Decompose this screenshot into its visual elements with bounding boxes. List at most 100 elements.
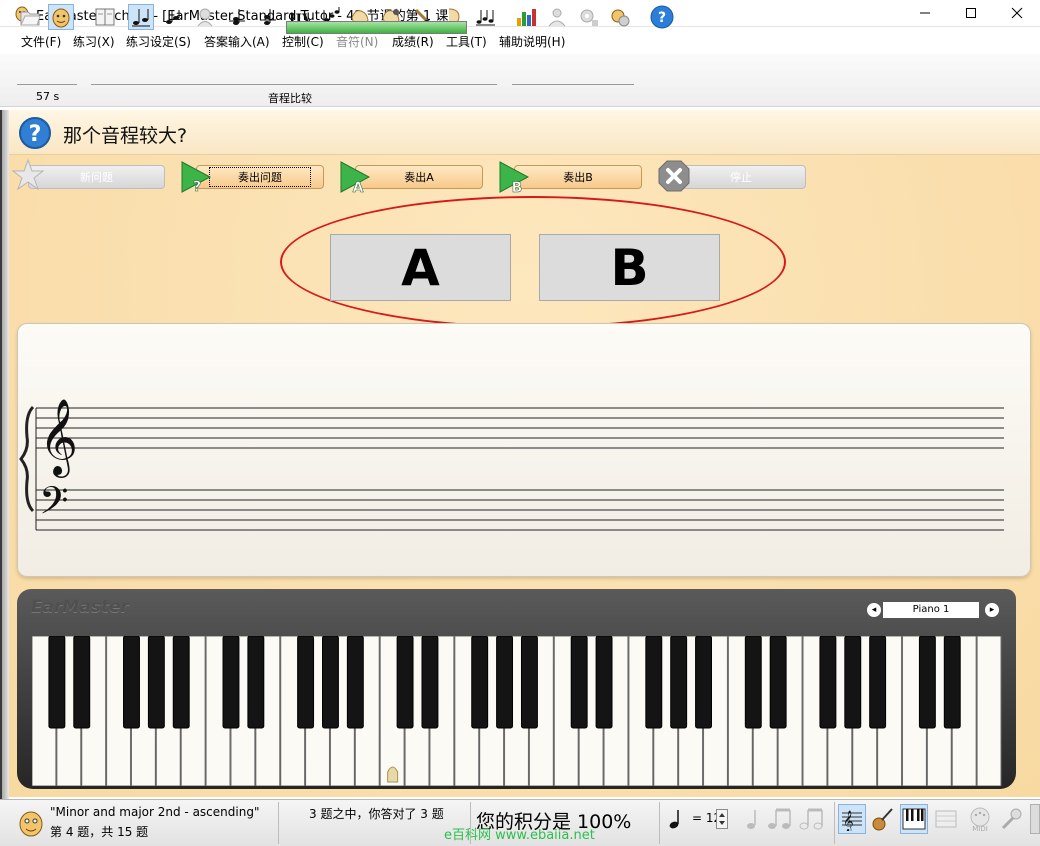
metronome-icon <box>747 810 756 829</box>
menu-help[interactable]: 辅助说明(H) <box>499 33 565 50</box>
status-scroll-button[interactable] <box>1030 804 1040 834</box>
microphone-button[interactable] <box>998 804 1026 834</box>
chord-inversion-button[interactable] <box>255 4 281 30</box>
maximize-button[interactable] <box>948 0 994 26</box>
piano-keys[interactable] <box>32 636 1002 786</box>
interval-comparison-icon <box>132 9 150 27</box>
guitar-view-button[interactable] <box>868 804 896 834</box>
interval-identification-button[interactable] <box>160 4 186 30</box>
melody-dictation-icon <box>476 10 495 26</box>
chord-identification-icon <box>229 9 245 25</box>
play-b-button[interactable]: 奏出B <box>514 165 642 189</box>
piano-icon <box>902 808 926 830</box>
black-key[interactable] <box>520 636 538 729</box>
metronome-button[interactable] <box>738 804 766 834</box>
correct-summary: 3 题之中，你答对了 3 题 <box>309 807 444 821</box>
interval-comparison-button[interactable] <box>128 4 154 30</box>
black-key[interactable] <box>744 636 762 729</box>
instrument-next-button[interactable]: ▸ <box>985 603 999 617</box>
progress-bar <box>286 21 467 34</box>
piano-view-button[interactable] <box>900 804 928 834</box>
black-key[interactable] <box>346 636 364 729</box>
tutor-face-icon <box>19 811 43 837</box>
toolbar-tools-divider <box>512 84 634 85</box>
black-key[interactable] <box>695 636 712 729</box>
black-key[interactable] <box>322 636 339 729</box>
play-question-icon: ? <box>181 161 212 194</box>
preferences-icon <box>611 9 630 27</box>
menu-control[interactable]: 控制(C) <box>282 33 324 50</box>
midi-button[interactable]: MIDI <box>966 804 994 834</box>
minimize-button[interactable] <box>902 0 948 26</box>
black-key[interactable] <box>48 636 66 729</box>
eighth-notes-icon <box>768 808 791 829</box>
status-progress-segment: 3 题之中，你答对了 3 题 <box>279 802 471 844</box>
instrument-prev-button[interactable]: ◂ <box>867 603 881 617</box>
stepper-arrows-icon <box>719 813 725 825</box>
black-key[interactable] <box>670 636 688 729</box>
tab-view-button[interactable] <box>932 804 960 834</box>
chord-identification-button[interactable] <box>224 4 250 30</box>
play-a-button[interactable]: 奏出A <box>355 165 483 189</box>
play-a-icon: A <box>340 161 371 194</box>
watermark: e百科网 www.ebaiia.net <box>444 828 595 843</box>
menu-results[interactable]: 成绩(R) <box>392 33 434 50</box>
new-question-button[interactable]: 新问题 <box>28 165 165 189</box>
black-key[interactable] <box>421 636 439 729</box>
results-button[interactable] <box>513 4 539 30</box>
help-button[interactable]: ? <box>649 4 675 30</box>
melody-dictation-button[interactable] <box>472 4 498 30</box>
black-key[interactable] <box>123 636 140 729</box>
black-key[interactable] <box>73 636 91 729</box>
new-question-star-icon <box>11 158 45 191</box>
settings-button[interactable] <box>576 4 602 30</box>
black-key[interactable] <box>943 636 961 729</box>
middle-c-marker-icon <box>387 766 399 783</box>
black-key[interactable] <box>769 636 787 729</box>
black-key[interactable] <box>645 636 663 729</box>
black-key[interactable] <box>819 636 837 729</box>
open-button[interactable] <box>17 4 43 30</box>
black-key[interactable] <box>918 636 936 729</box>
exercise-group-label: 音程比较 <box>268 92 312 105</box>
answer-b-button[interactable]: B <box>539 234 720 301</box>
white-key[interactable] <box>976 636 1002 786</box>
preferences-button[interactable] <box>607 4 633 30</box>
book-button[interactable] <box>92 4 118 30</box>
black-key[interactable] <box>496 636 514 729</box>
question-text: 那个音程较大? <box>63 125 188 147</box>
play-question-button[interactable]: 奏出问题 <box>196 165 324 189</box>
black-key[interactable] <box>396 636 414 729</box>
answer-a-button[interactable]: A <box>330 234 511 301</box>
teacher-button[interactable] <box>544 4 570 30</box>
give-up-button[interactable]: 停止 <box>676 165 806 189</box>
menu-file[interactable]: 文件(F) <box>21 33 61 50</box>
black-key[interactable] <box>570 636 588 729</box>
black-key[interactable] <box>147 636 165 729</box>
black-key[interactable] <box>172 636 190 729</box>
rhythm-playback-button[interactable] <box>766 804 794 834</box>
play-a-label: 奏出A <box>404 171 434 184</box>
black-key[interactable] <box>297 636 315 729</box>
menu-notes[interactable]: 音符(N) <box>336 33 378 50</box>
interval-singing-button[interactable] <box>192 4 218 30</box>
question-bar: ? 那个音程较大? <box>9 110 1040 155</box>
teacher-icon <box>548 8 566 27</box>
tutor-button[interactable] <box>48 4 74 30</box>
black-key[interactable] <box>595 636 613 729</box>
menu-exercise[interactable]: 练习(X) <box>73 33 115 50</box>
black-key[interactable] <box>844 636 862 729</box>
instrument-selector[interactable]: ◂ Piano 1 ▸ <box>867 602 999 618</box>
black-key[interactable] <box>471 636 489 729</box>
close-button[interactable] <box>994 0 1040 26</box>
black-key[interactable] <box>869 636 887 729</box>
tempo-stepper[interactable] <box>716 809 728 829</box>
interval-identification-icon <box>166 10 180 24</box>
staff-view-button[interactable]: 𝄞 <box>838 804 866 834</box>
menu-exercise-settings[interactable]: 练习设定(S) <box>126 33 191 50</box>
black-key[interactable] <box>247 636 265 729</box>
melody-playback-button[interactable] <box>798 804 826 834</box>
menu-answer-input[interactable]: 答案输入(A) <box>204 33 270 50</box>
menu-tools[interactable]: 工具(T) <box>446 33 487 50</box>
black-key[interactable] <box>222 636 240 729</box>
